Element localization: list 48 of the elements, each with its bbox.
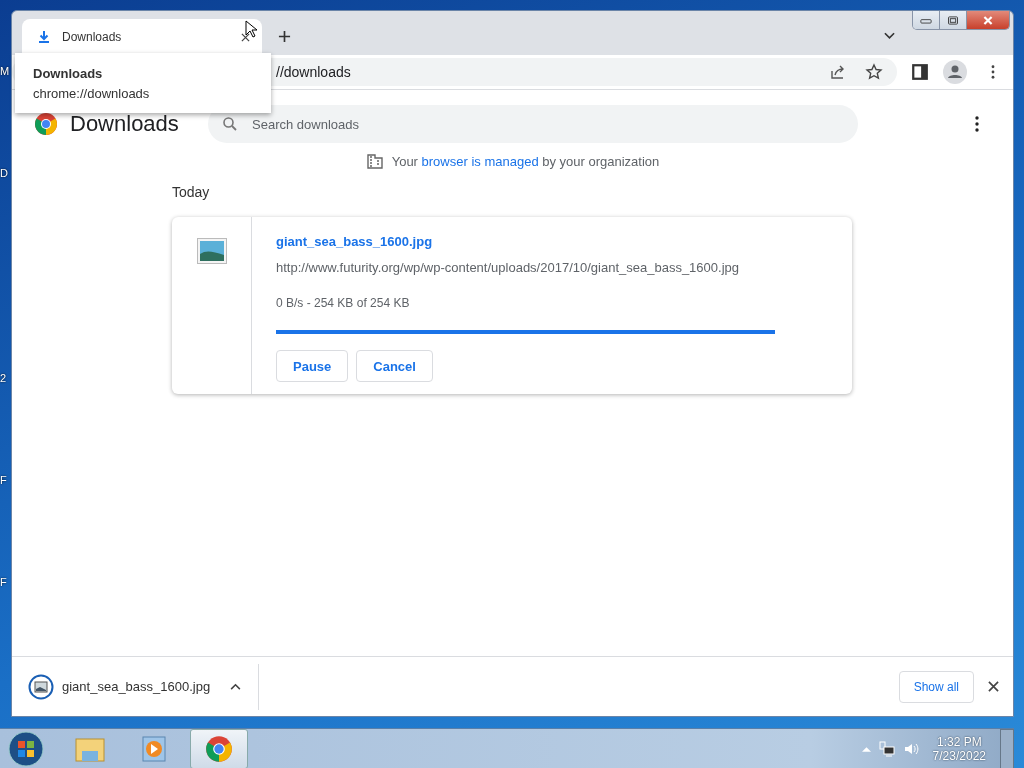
desktop-icon-label[interactable]: M [0,65,11,77]
close-icon [982,15,994,25]
close-window-button[interactable] [967,11,1009,29]
page-title: Downloads [70,111,180,137]
mouse-pointer-icon [245,20,257,38]
menu-icon[interactable] [975,116,979,132]
tab-title: Downloads [62,30,123,44]
shelf-item[interactable]: giant_sea_bass_1600.jpg [28,657,242,716]
close-icon[interactable] [241,32,250,42]
image-file-icon [28,673,54,700]
action-button[interactable]: Cancel [356,350,433,382]
maximize-icon [947,15,959,25]
desktop-icon-label[interactable]: D [0,167,11,179]
download-status: 0 B/s - 254 KB of 254 KB [276,296,410,310]
show-all-button[interactable]: Show all [898,670,974,703]
desktop-icon-label[interactable]: F [0,474,11,486]
section-heading: Today [172,184,211,200]
network-icon[interactable] [878,740,895,757]
managed-notice: Your browser is managed by your organization [391,153,660,169]
file-url: http://www.futurity.org/wp/wp-content/uploads/2017/10/giant_sea_bass_1600.jpg [276,260,739,275]
browser-tab[interactable]: Downloads [22,19,262,55]
desktop-icon-label[interactable]: 2 [0,372,11,384]
taskbar-app[interactable] [190,728,248,768]
close-icon[interactable] [988,681,999,692]
chrome-icon [204,734,234,763]
desktop-icon-label[interactable]: F [0,576,11,588]
image-file-icon [196,238,227,264]
minimize-button[interactable] [913,11,940,29]
search-icon [222,116,238,132]
chevron-down-icon[interactable] [884,32,895,40]
managed-link[interactable]: browser is managed [421,153,539,169]
action-button[interactable]: Pause [276,350,349,382]
search-field[interactable]: Search downloads [208,105,858,143]
start-button[interactable] [8,730,44,767]
menu-icon[interactable] [991,65,995,79]
side-panel-icon[interactable] [911,63,929,81]
building-icon [365,152,384,170]
tooltip-url: chrome://downloads [33,85,151,101]
address-text: //downloads [276,64,351,80]
profile-icon[interactable] [943,60,967,84]
star-icon[interactable] [865,63,883,81]
media-player-icon [139,734,169,763]
download-icon [36,29,52,45]
new-tab-icon[interactable] [278,30,291,43]
caret-up-icon[interactable] [230,683,242,690]
file-name-link[interactable]: giant_sea_bass_1600.jpg [276,234,433,249]
maximize-button[interactable] [940,11,967,29]
tooltip-title: Downloads [33,65,104,81]
